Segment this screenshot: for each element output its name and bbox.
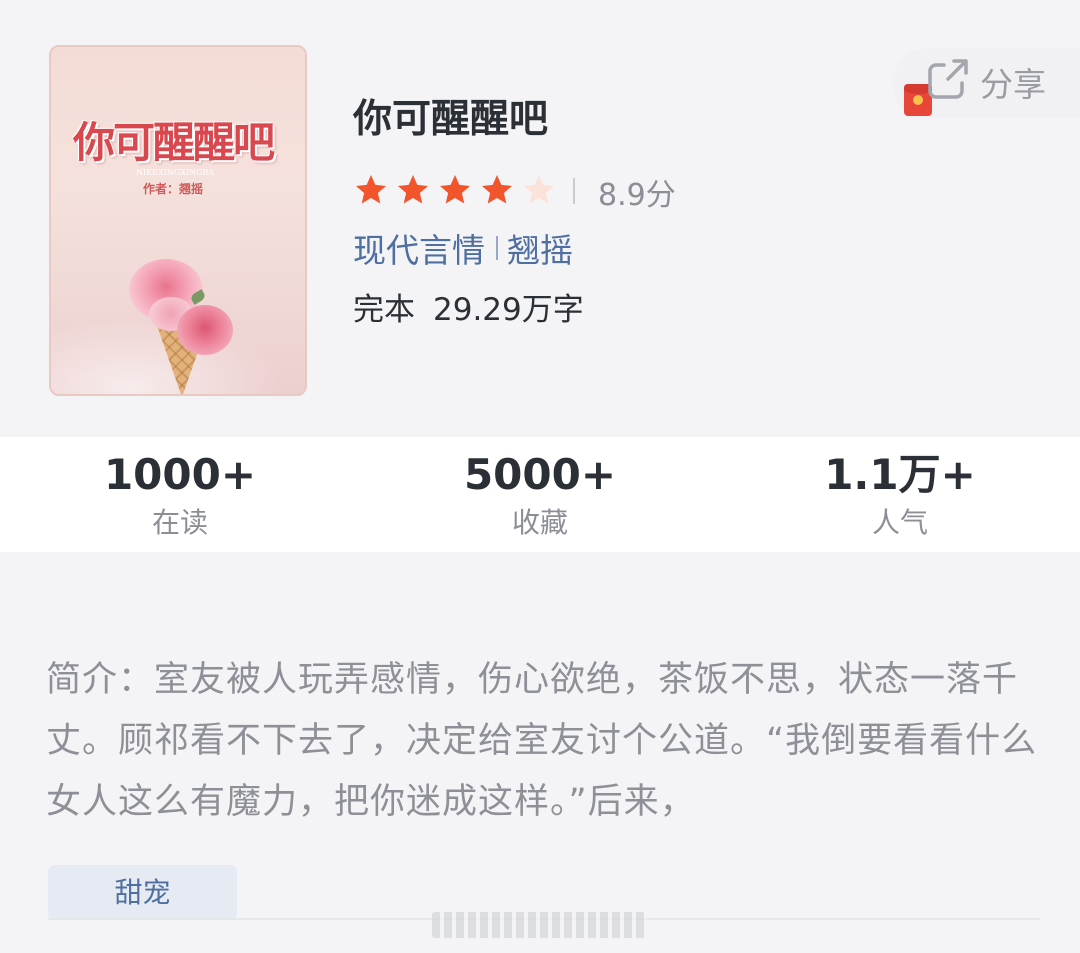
book-cover[interactable]: 你可醒醒吧 NIKEXINGXINGBA 作者：翘摇 bbox=[49, 45, 307, 396]
star-filled-icon bbox=[356, 175, 386, 204]
divider bbox=[496, 236, 498, 260]
stat-value: 1000+ bbox=[103, 450, 257, 499]
watermark bbox=[432, 912, 647, 938]
rating-divider bbox=[573, 178, 575, 204]
stat-label: 人气 bbox=[871, 506, 928, 539]
stats-bar: 1000+ 在读 5000+ 收藏 1.1万+ 人气 bbox=[0, 437, 1080, 552]
star-filled-icon bbox=[398, 175, 428, 204]
rating-score: 8.9分 bbox=[598, 178, 676, 213]
completion-status: 完本 bbox=[353, 292, 415, 328]
stat-value: 1.1万+ bbox=[824, 450, 976, 499]
share-label[interactable]: 分享 bbox=[980, 58, 1046, 106]
star-filled-icon bbox=[482, 175, 512, 204]
stat-reading: 1000+ 在读 bbox=[0, 447, 360, 541]
book-title: 你可醒醒吧 bbox=[353, 97, 549, 142]
stat-favorites: 5000+ 收藏 bbox=[360, 447, 720, 541]
author-link[interactable]: 翘摇 bbox=[507, 224, 573, 272]
stat-label: 收藏 bbox=[511, 506, 568, 539]
share-icon[interactable] bbox=[924, 55, 972, 103]
tag-chip[interactable]: 甜宠 bbox=[48, 865, 237, 920]
rating-stars bbox=[352, 172, 562, 208]
stat-popularity: 1.1万+ 人气 bbox=[720, 447, 1080, 541]
stat-label: 在读 bbox=[151, 506, 208, 539]
stat-value: 5000+ bbox=[463, 450, 617, 499]
book-header: 你可醒醒吧 NIKEXINGXINGBA 作者：翘摇 你可醒醒吧 8.9分 现代… bbox=[0, 0, 1080, 437]
genre-author-line: 现代言情 翘摇 bbox=[353, 224, 573, 272]
cover-author: 作者：翘摇 bbox=[143, 182, 204, 196]
tag-label: 甜宠 bbox=[114, 876, 171, 909]
cover-pinyin: NIKEXINGXINGBA bbox=[136, 168, 215, 177]
star-empty-icon bbox=[524, 175, 554, 204]
cover-title: 你可醒醒吧 bbox=[73, 118, 275, 167]
status-line: 完本 29.29万字 bbox=[353, 284, 584, 329]
star-filled-icon bbox=[440, 175, 470, 204]
cover-flower-illustration bbox=[177, 305, 233, 355]
category-link[interactable]: 现代言情 bbox=[353, 224, 485, 272]
book-synopsis[interactable]: 简介：室友被人玩弄感情，伤心欲绝，茶饭不思，状态一落千丈。顾祁看不下去了，决定给… bbox=[46, 650, 1042, 833]
word-count: 29.29万字 bbox=[433, 292, 584, 328]
